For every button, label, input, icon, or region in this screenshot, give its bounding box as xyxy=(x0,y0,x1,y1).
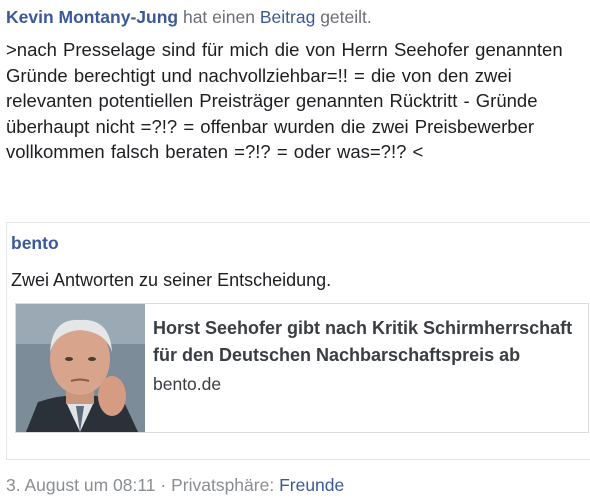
shared-description: Zwei Antworten zu seiner Entscheidung. xyxy=(11,270,332,290)
shared-post-card[interactable]: bento Zwei Antworten zu seiner Entscheid… xyxy=(6,222,590,460)
post-footer: 3. August um 08:11 · Privatsphäre: Freun… xyxy=(6,473,344,497)
post-link[interactable]: Beitrag xyxy=(260,7,315,27)
privacy-label: Privatsphäre: xyxy=(171,475,275,495)
audience-link[interactable]: Freunde xyxy=(279,475,344,495)
share-header: Kevin Montany-Jung hat einen Beitrag get… xyxy=(6,5,372,29)
share-action-prefix: hat einen xyxy=(182,7,255,27)
link-title[interactable]: Horst Seehofer gibt nach Kritik Schirmhe… xyxy=(153,315,589,369)
post-timestamp[interactable]: 3. August um 08:11 xyxy=(6,475,156,495)
author-name-link[interactable]: Kevin Montany-Jung xyxy=(6,7,178,27)
link-thumbnail-image[interactable] xyxy=(16,304,145,432)
post-text: >nach Presselage sind für mich die von H… xyxy=(6,39,563,162)
link-preview[interactable]: Horst Seehofer gibt nach Kritik Schirmhe… xyxy=(15,303,589,433)
shared-source-name[interactable]: bento xyxy=(11,231,59,255)
share-action-suffix: geteilt. xyxy=(320,7,372,27)
link-domain: bento.de xyxy=(153,374,222,394)
footer-separator: · xyxy=(160,475,167,495)
